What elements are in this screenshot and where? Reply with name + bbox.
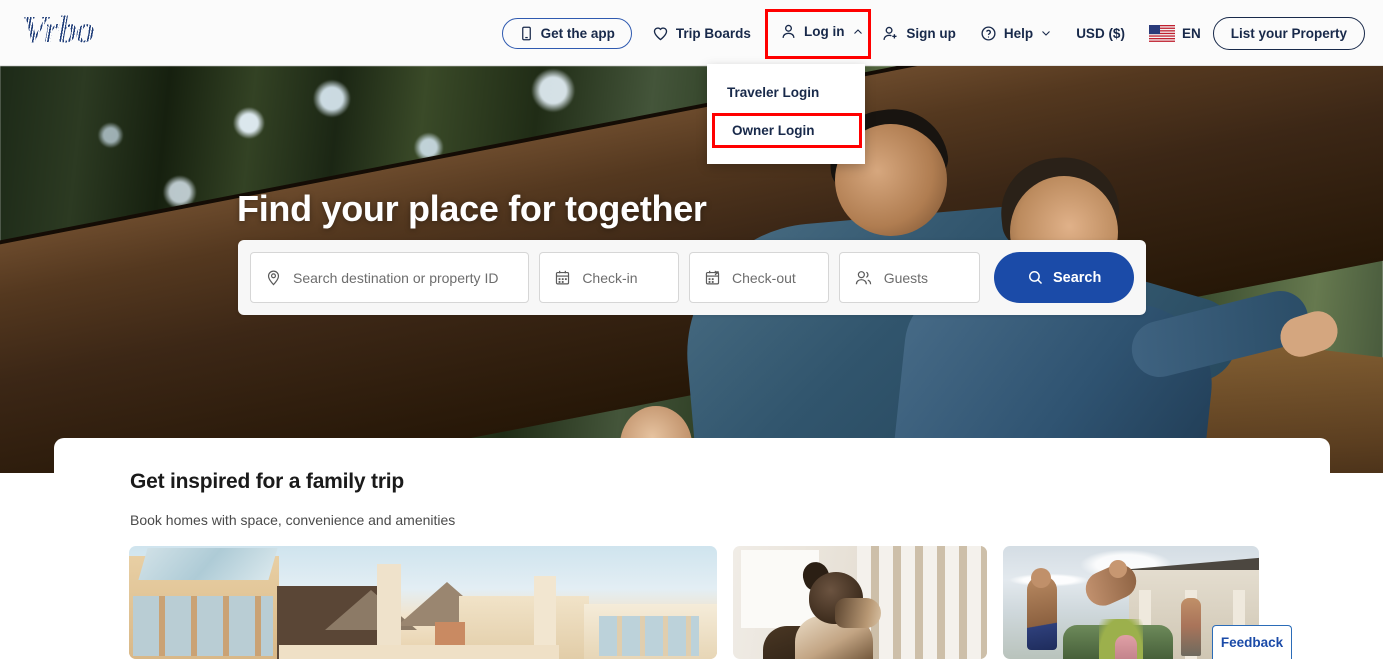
log-in-label-overlay: Log in — [804, 24, 845, 39]
currency-selector[interactable]: USD ($) — [1064, 17, 1137, 50]
location-pin-icon — [265, 269, 282, 286]
list-your-property-button[interactable]: List your Property — [1212, 16, 1365, 50]
section-subtitle: Book homes with space, convenience and a… — [130, 512, 456, 528]
hero-title: Find your place for together — [237, 188, 707, 229]
get-the-app-button[interactable]: Get the app — [501, 17, 632, 49]
sign-up-label: Sign up — [906, 25, 956, 41]
photo-windows-left — [133, 596, 273, 656]
photo-glass-roof — [138, 548, 278, 580]
login-dropdown-menu: Traveler Login Owner Login — [707, 64, 865, 164]
heart-icon — [652, 25, 669, 42]
help-button[interactable]: Help — [968, 16, 1064, 51]
photo-deck — [279, 645, 559, 659]
search-button[interactable]: Search — [994, 252, 1134, 303]
inspiration-card-beach-houses[interactable] — [129, 546, 717, 659]
search-button-label: Search — [1052, 269, 1102, 286]
feedback-button[interactable]: Feedback — [1212, 625, 1292, 659]
photo-person-porch — [1181, 598, 1201, 656]
photo-white-panel — [741, 550, 819, 628]
sign-up-button[interactable]: Sign up — [870, 16, 968, 51]
calendar-icon — [554, 269, 571, 286]
checkout-input[interactable]: Check-out — [689, 252, 829, 303]
inspiration-cards-row — [129, 546, 1269, 659]
trip-boards-button[interactable]: Trip Boards — [640, 16, 763, 51]
chevron-up-icon-overlay — [852, 26, 864, 38]
destination-placeholder: Search destination or property ID — [293, 269, 499, 286]
search-bar: Search destination or property ID Check-… — [238, 240, 1146, 315]
dog-porch-photo — [733, 546, 987, 659]
section-title: Get inspired for a family trip — [130, 470, 405, 493]
checkout-placeholder: Check-out — [732, 269, 796, 286]
list-your-property-label: List your Property — [1230, 25, 1347, 41]
trip-boards-label: Trip Boards — [675, 25, 751, 41]
beach-houses-photo — [129, 546, 717, 659]
checkin-input[interactable]: Check-in — [539, 252, 679, 303]
header-nav: Get the app Trip Boards Log in Sign up H… — [501, 0, 1365, 66]
phone-icon — [519, 26, 534, 41]
photo-man-standing-head — [1031, 568, 1051, 588]
photo-dog-snout — [835, 598, 881, 628]
photo-child-pink — [1115, 635, 1137, 659]
photo-windows-right — [599, 616, 699, 656]
get-the-app-label: Get the app — [540, 25, 615, 41]
user-icon-overlay — [780, 23, 797, 40]
currency-label: USD ($) — [1076, 25, 1125, 41]
inspiration-card-dog-porch[interactable] — [733, 546, 987, 659]
destination-input[interactable]: Search destination or property ID — [250, 252, 530, 303]
user-plus-icon — [882, 25, 899, 42]
us-flag-icon — [1148, 24, 1175, 42]
chevron-down-icon — [1040, 27, 1052, 39]
checkin-placeholder: Check-in — [582, 269, 638, 286]
guests-placeholder: Guests — [883, 269, 929, 286]
photo-man-jumping-head — [1109, 560, 1127, 578]
logo-text: Vrbo — [22, 9, 95, 51]
question-circle-icon — [980, 25, 997, 42]
language-label: EN — [1181, 25, 1201, 41]
guests-icon — [854, 269, 873, 286]
owner-login-menu-item[interactable]: Owner Login — [712, 113, 862, 148]
traveler-login-menu-item[interactable]: Traveler Login — [707, 76, 865, 109]
calendar-icon — [704, 269, 721, 286]
search-icon — [1027, 269, 1044, 286]
help-label: Help — [1003, 25, 1034, 41]
language-selector[interactable]: EN — [1137, 16, 1213, 51]
guests-input[interactable]: Guests — [838, 252, 981, 303]
site-header: Vrbo Get the app Trip Boards Log in Sign… — [0, 0, 1383, 66]
vrbo-homepage: Vrbo Get the app Trip Boards Log in Sign… — [0, 0, 1383, 659]
log-in-button-overlay[interactable]: Log in — [780, 23, 864, 40]
vrbo-logo[interactable]: Vrbo — [22, 9, 142, 51]
